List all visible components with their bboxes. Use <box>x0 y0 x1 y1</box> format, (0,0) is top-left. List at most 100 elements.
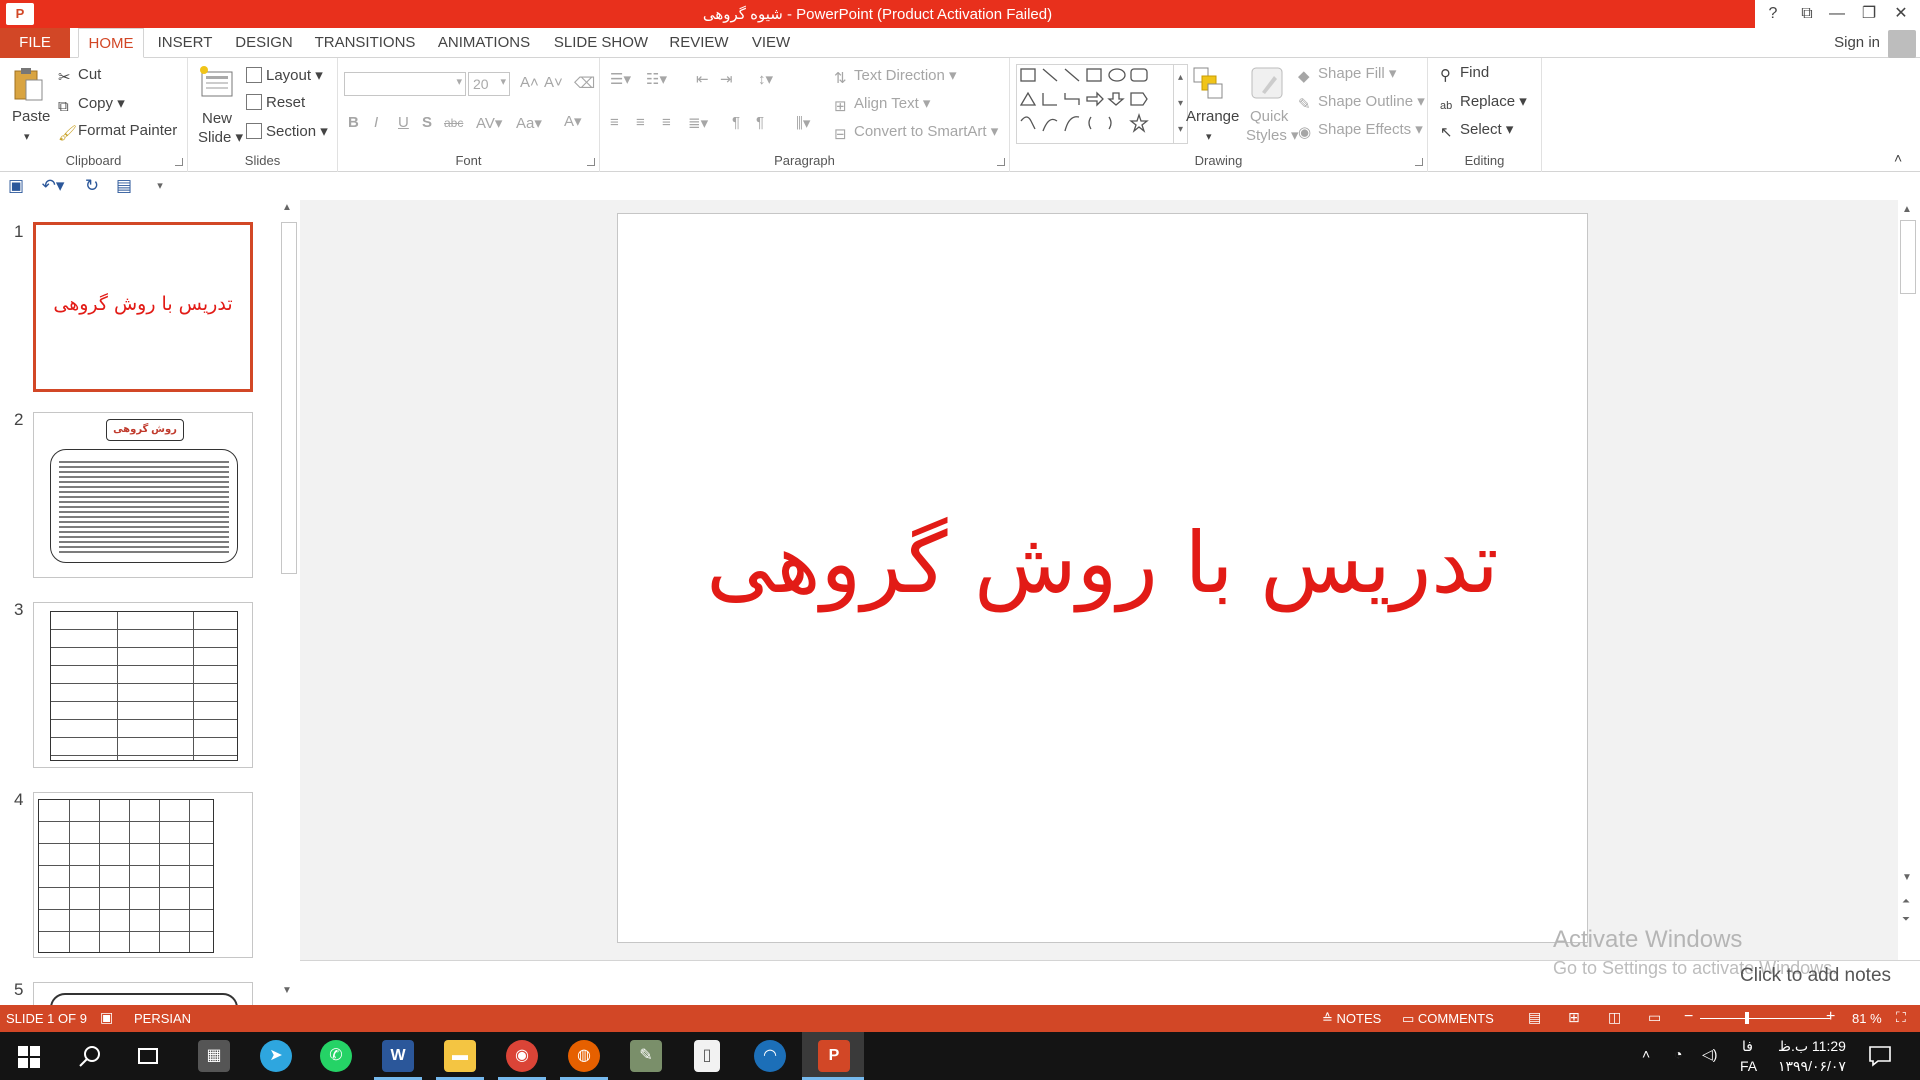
tab-design[interactable]: DESIGN <box>228 28 300 58</box>
minimize-button[interactable]: — <box>1820 2 1854 26</box>
zoom-slider[interactable] <box>1700 1018 1830 1019</box>
new-slide-button[interactable]: New <box>202 110 232 127</box>
sign-in-link[interactable]: Sign in <box>1834 34 1880 51</box>
zoom-slider-thumb[interactable] <box>1745 1012 1749 1024</box>
notes-toggle[interactable]: ≙ NOTES <box>1322 1011 1381 1027</box>
close-button[interactable]: ✕ <box>1884 2 1918 26</box>
windows-start-icon[interactable] <box>18 1046 40 1068</box>
decrease-indent-icon[interactable]: ⇤ <box>696 70 709 88</box>
format-painter-button[interactable]: 🖌Format Painter <box>58 122 177 142</box>
layout-button[interactable]: Layout ▾ <box>246 66 323 84</box>
powerpoint-taskbar-icon[interactable]: P <box>818 1040 850 1072</box>
language-indicator[interactable]: PERSIAN <box>134 1011 191 1026</box>
cut-button[interactable]: ✂ Cut <box>58 66 101 86</box>
shapes-gallery-scroll[interactable]: ▴ ▾ ▾ <box>1173 65 1187 143</box>
slide-thumbnail-2[interactable]: روش گروهی <box>33 412 253 578</box>
whatsapp-icon[interactable]: ✆ <box>320 1040 352 1072</box>
slide-thumbnail-3[interactable] <box>33 602 253 768</box>
slide-thumbnail-1[interactable]: تدریس با روش گروهی <box>33 222 253 392</box>
save-icon[interactable]: ▣ <box>6 176 26 196</box>
next-slide-icon[interactable]: ⏷ <box>1902 914 1910 925</box>
reading-view-icon[interactable]: ◫ <box>1608 1009 1621 1026</box>
redo-icon[interactable]: ↻ <box>82 176 102 196</box>
spell-check-icon[interactable]: ▣ <box>100 1009 113 1026</box>
tab-transitions[interactable]: TRANSITIONS <box>310 28 420 58</box>
tab-review[interactable]: REVIEW <box>664 28 734 58</box>
line-spacing-icon[interactable]: ↕▾ <box>758 70 773 88</box>
grow-font-icon[interactable]: A˄ <box>520 74 539 91</box>
file-explorer-icon[interactable]: ▬ <box>444 1040 476 1072</box>
align-text-button[interactable]: ⊞ Align Text ▾ <box>834 94 930 115</box>
notes-placeholder[interactable]: Click to add notes <box>1740 965 1891 987</box>
section-button[interactable]: Section ▾ <box>246 122 328 140</box>
keyboard-language-short[interactable]: فا <box>1742 1038 1753 1055</box>
character-spacing-button[interactable]: AV▾ <box>476 114 502 132</box>
fit-slide-icon[interactable]: ⛶ <box>1896 1009 1906 1026</box>
clear-formatting-icon[interactable]: ⌫ <box>574 74 595 92</box>
zoom-in-button[interactable]: + <box>1826 1008 1835 1026</box>
shape-effects-button[interactable]: ◉ Shape Effects ▾ <box>1298 120 1423 141</box>
paste-button[interactable]: Paste <box>12 108 50 125</box>
justify-icon[interactable]: ≣▾ <box>688 114 708 132</box>
font-size-combobox[interactable]: 20 ▾ <box>468 72 510 96</box>
keyboard-language-code[interactable]: FA <box>1740 1058 1757 1074</box>
increase-indent-icon[interactable]: ⇥ <box>720 70 733 88</box>
current-slide-canvas[interactable]: تدریس با روش گروهی <box>617 213 1588 943</box>
arrange-button[interactable]: Arrange <box>1186 108 1239 125</box>
firefox-icon[interactable]: ◍ <box>568 1040 600 1072</box>
underline-button[interactable]: U <box>398 114 409 131</box>
tab-home[interactable]: HOME <box>78 28 144 58</box>
word-icon[interactable]: W <box>382 1040 414 1072</box>
shrink-font-icon[interactable]: A˅ <box>544 74 563 91</box>
paste-dropdown-icon[interactable]: ▾ <box>24 130 30 143</box>
quick-styles-dropdown[interactable]: Styles ▾ <box>1246 126 1299 144</box>
shapes-gallery[interactable]: ▴ ▾ ▾ <box>1016 64 1188 144</box>
rtl-direction-icon[interactable]: ¶ <box>756 114 764 131</box>
numbering-icon[interactable]: ☷▾ <box>646 70 667 88</box>
show-hidden-icons[interactable]: ˄ <box>1642 1046 1650 1062</box>
find-button[interactable]: ⚲ Find <box>1440 64 1489 84</box>
text-direction-button[interactable]: ⇅ Text Direction ▾ <box>834 66 957 87</box>
columns-icon[interactable]: ⫼▾ <box>796 114 810 132</box>
chrome-icon[interactable]: ◉ <box>506 1040 538 1072</box>
arrange-dropdown-icon[interactable]: ▾ <box>1206 130 1212 143</box>
font-launcher-icon[interactable] <box>587 158 595 166</box>
strikethrough-button[interactable]: abc <box>444 116 463 130</box>
bullets-icon[interactable]: ☰▾ <box>610 70 631 88</box>
font-name-combobox[interactable]: ▾ <box>344 72 466 96</box>
editor-scrollbar[interactable]: ▲ ▼ ⏶ ⏷ <box>1898 200 1918 960</box>
tab-file[interactable]: FILE <box>0 28 70 58</box>
slide-thumbnail-4[interactable] <box>33 792 253 958</box>
shape-fill-button[interactable]: ◆ Shape Fill ▾ <box>1298 64 1396 85</box>
scroll-down-icon[interactable]: ▼ <box>1902 872 1912 883</box>
tab-view[interactable]: VIEW <box>744 28 798 58</box>
comments-toggle[interactable]: ▭ COMMENTS <box>1402 1011 1494 1027</box>
scroll-thumb[interactable] <box>1900 220 1916 294</box>
clipboard-launcher-icon[interactable] <box>175 158 183 166</box>
telegram-icon[interactable]: ➤ <box>260 1040 292 1072</box>
quick-styles-button[interactable]: Quick <box>1250 108 1288 125</box>
help-button[interactable]: ? <box>1756 2 1790 26</box>
shape-outline-button[interactable]: ✎ Shape Outline ▾ <box>1298 92 1425 113</box>
document-icon[interactable]: ▯ <box>694 1040 720 1072</box>
scroll-up-icon[interactable]: ▲ <box>1902 204 1912 215</box>
ltr-direction-icon[interactable]: ¶ <box>732 114 740 131</box>
replace-button[interactable]: ab Replace ▾ <box>1440 92 1527 116</box>
network-app-icon[interactable]: ◠ <box>754 1040 786 1072</box>
ribbon-display-options-button[interactable]: ⧉ <box>1790 2 1824 26</box>
convert-smartart-button[interactable]: ⊟ Convert to SmartArt ▾ <box>834 122 998 143</box>
task-view-icon[interactable] <box>136 1044 160 1068</box>
undo-icon[interactable]: ↶▾ <box>38 176 68 196</box>
change-case-button[interactable]: Aa▾ <box>516 114 542 132</box>
font-color-button[interactable]: A▾ <box>564 112 582 130</box>
calculator-icon[interactable]: ▦ <box>198 1040 230 1072</box>
clock-date[interactable]: ۱۳۹۹/۰۶/۰۷ <box>1778 1058 1846 1075</box>
avatar[interactable] <box>1888 30 1916 58</box>
slide-show-icon[interactable]: ▭ <box>1648 1009 1661 1026</box>
tab-animations[interactable]: ANIMATIONS <box>430 28 538 58</box>
scroll-thumb[interactable] <box>281 222 297 574</box>
volume-icon[interactable]: ◁) <box>1702 1046 1717 1063</box>
text-shadow-button[interactable]: S <box>422 114 432 131</box>
drawing-launcher-icon[interactable] <box>1415 158 1423 166</box>
align-left-icon[interactable]: ≡ <box>610 114 619 131</box>
